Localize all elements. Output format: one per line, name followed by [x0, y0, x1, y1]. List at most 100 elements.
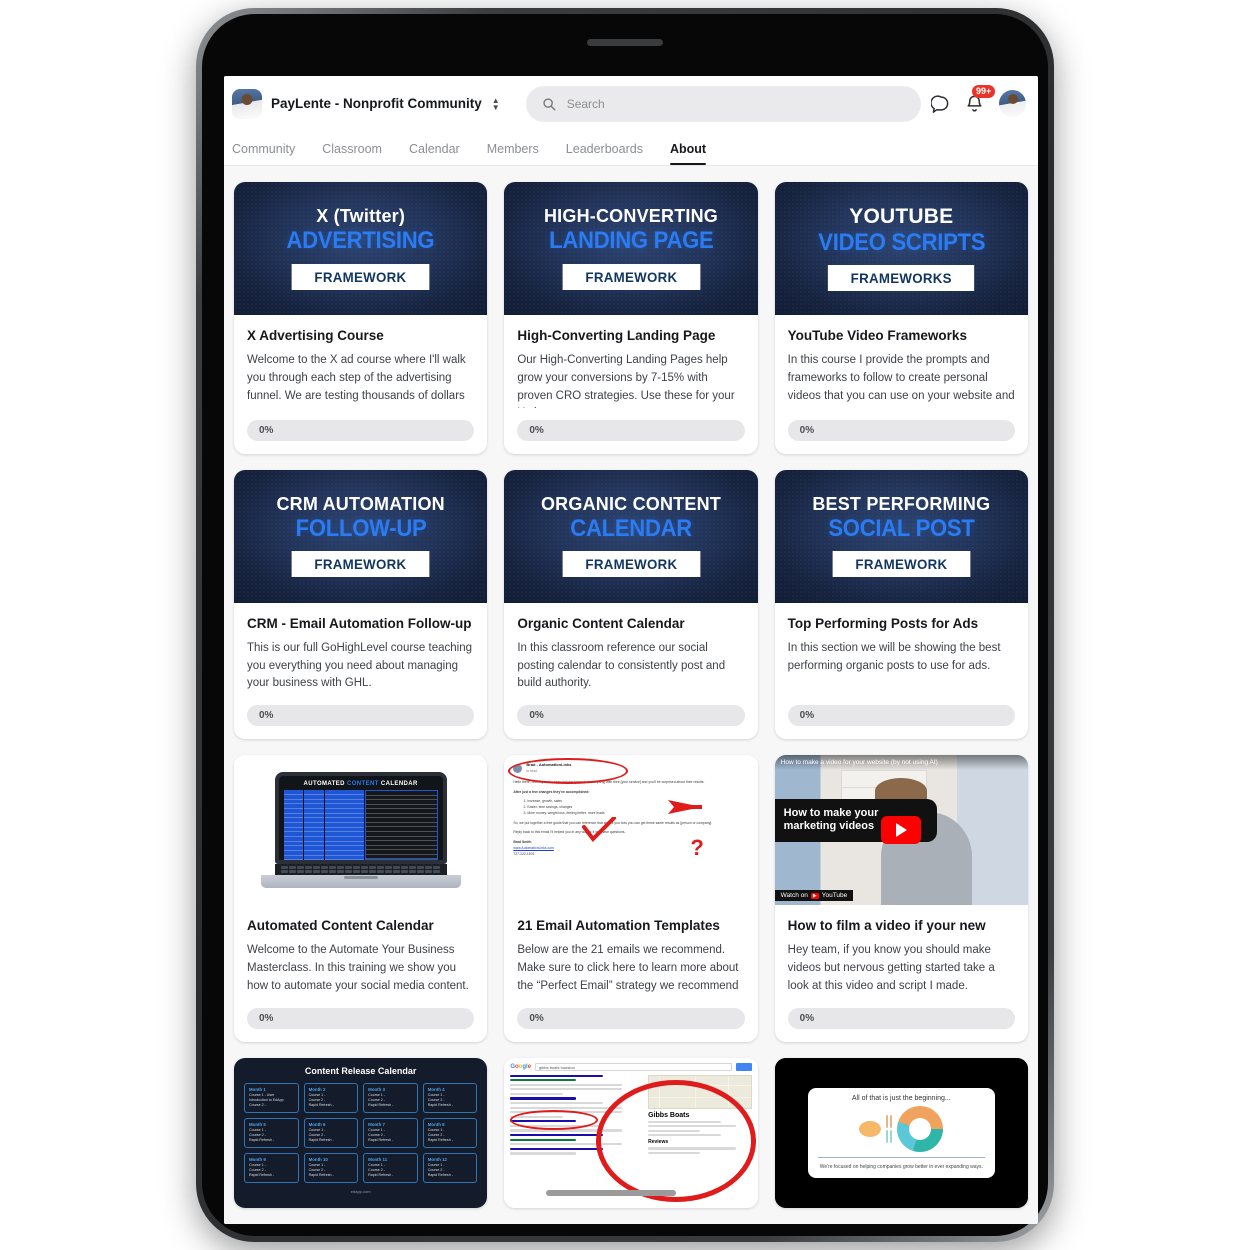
laptop-screen-title: AUTOMATED CONTENT CALENDAR	[284, 781, 438, 787]
course-card-body: High-Converting Landing Page Our High-Co…	[504, 315, 757, 408]
email-benefit-list: increase, growth, sales Easier, time sav…	[527, 799, 748, 816]
course-card-body: How to film a video if your new Hey team…	[775, 905, 1028, 995]
month-line: Rapid Refresh -	[368, 1172, 394, 1177]
course-progress-label: 0%	[259, 1012, 274, 1024]
month-cell: Month 8 Course 1 - Course 2 - Rapid Refresh…	[422, 1117, 478, 1148]
course-title: CRM - Email Automation Follow-up	[247, 615, 472, 631]
header-actions: 99+	[931, 85, 1026, 117]
month-label: Month 1	[249, 1086, 266, 1092]
course-card-top-performing-posts[interactable]: BEST PERFORMING SOCIAL POST FRAMEWORK To…	[774, 469, 1028, 740]
course-card-presentation-slide[interactable]: All of that is just the beginning... We'…	[774, 1057, 1028, 1208]
banner-line-1: CRM AUTOMATION	[276, 494, 445, 515]
laptop-illustration: AUTOMATED CONTENT CALENDAR	[260, 772, 461, 889]
banner-line-2: CALENDAR	[570, 515, 692, 543]
banner-line-1: HIGH-CONVERTING	[543, 206, 718, 227]
month-line: Rapid Refresh -	[427, 1102, 453, 1107]
serp-search-button	[735, 1062, 752, 1071]
course-description: In this section we will be showing the b…	[787, 641, 1001, 672]
course-card-organic-calendar[interactable]: ORGANIC CONTENT CALENDAR FRAMEWORK Organ…	[504, 469, 758, 740]
course-thumbnail-youtube: How to make a video for your website (by…	[774, 755, 1028, 906]
banner-line-1: X (Twitter)	[316, 206, 406, 227]
course-card-google-serp[interactable]: Google gibbs boats houston Gibbs Boats R…	[504, 1057, 758, 1208]
month-cell: Month 12 Course 1 - Course 2 - Rapid Refres…	[422, 1152, 478, 1183]
search-input[interactable]	[566, 96, 905, 111]
month-line: Rapid Refresh -	[249, 1137, 275, 1142]
slide-footer-text: We're focused on helping companies grow …	[819, 1163, 983, 1170]
course-progress-label: 0%	[799, 710, 815, 722]
course-card-content-release-calendar[interactable]: Content Release Calendar Month 1 Course 1…	[234, 1057, 488, 1208]
course-card-automated-content-calendar[interactable]: AUTOMATED CONTENT CALENDAR Automated Con…	[234, 755, 488, 1042]
course-title: X Advertising Course	[247, 328, 384, 343]
course-title: High-Converting Landing Page	[517, 328, 716, 343]
tab-leaderboards[interactable]: Leaderboards	[566, 142, 643, 165]
month-cell: Month 5 Course 1 - Course 2 - Rapid Refresh…	[244, 1117, 299, 1148]
course-thumbnail-laptop: AUTOMATED CONTENT CALENDAR	[234, 755, 488, 906]
course-progress-bar: 0%	[517, 705, 745, 727]
course-progress-label: 0%	[799, 1012, 815, 1024]
course-card-email-templates[interactable]: Brad - AutomationLinks to brad Hello the…	[504, 755, 758, 1042]
search-bar[interactable]	[525, 85, 921, 122]
course-description: Our High-Converting Landing Pages help g…	[517, 353, 735, 408]
bell-icon[interactable]: 99+	[965, 85, 996, 113]
tab-about[interactable]: About	[669, 142, 707, 165]
course-progress-label: 0%	[259, 424, 274, 436]
course-card-body: X Advertising Course Welcome to the X ad…	[234, 315, 487, 408]
course-card-body: CRM - Email Automation Follow-up This is…	[234, 603, 487, 693]
month-line: Course 1 - User Introduction to EdApp	[249, 1092, 284, 1102]
banner-line-2: FOLLOW-UP	[295, 515, 427, 543]
course-progress-bar: 0%	[787, 705, 1015, 727]
tab-calendar[interactable]: Calendar	[409, 142, 460, 165]
month-cell: Month 4 Course 1 - Course 2 - Rapid Refresh…	[422, 1082, 478, 1113]
thumb-title-c: CALENDAR	[380, 781, 418, 788]
tab-members[interactable]: Members	[487, 142, 539, 165]
community-brand[interactable]: PayLente - Nonprofit Community	[232, 88, 482, 119]
watch-on-youtube-label[interactable]: Watch on ▶ YouTube	[774, 890, 854, 902]
course-row-1: X (Twitter) ADVERTISING FRAMEWORK X Adve…	[234, 182, 1028, 454]
notification-badge: 99+	[972, 85, 996, 98]
course-progress-bar: 0%	[787, 419, 1015, 441]
banner-line-1: ORGANIC CONTENT	[540, 494, 721, 515]
watch-on-text: Watch on	[780, 892, 808, 900]
play-button-icon[interactable]	[881, 816, 922, 845]
month-label: Month 5	[249, 1121, 266, 1127]
chevron-up-down-icon[interactable]: ▲ ▼	[492, 96, 500, 111]
course-banner: YOUTUBE VIDEO SCRIPTS FRAMEWORKS	[774, 182, 1028, 315]
course-card-landing-page[interactable]: HIGH-CONVERTING LANDING PAGE FRAMEWORK H…	[504, 182, 758, 454]
course-card-how-to-film-video[interactable]: How to make a video for your website (by…	[774, 755, 1028, 1042]
diagram-box	[886, 1114, 889, 1128]
tablet-device-frame: PayLente - Nonprofit Community ▲ ▼ Searc…	[196, 8, 1054, 1242]
course-card-x-advertising[interactable]: X (Twitter) ADVERTISING FRAMEWORK X Adve…	[234, 182, 488, 454]
tab-classroom[interactable]: Classroom	[322, 142, 382, 165]
redaction-bar	[546, 1189, 677, 1196]
month-cell: Month 6 Course 1 - Course 2 - Rapid Refresh…	[303, 1117, 359, 1148]
course-card-youtube-frameworks[interactable]: YOUTUBE VIDEO SCRIPTS FRAMEWORKS YouTube…	[774, 182, 1028, 454]
laptop-keyboard	[274, 864, 447, 876]
header-top-bar: PayLente - Nonprofit Community ▲ ▼ Searc…	[224, 76, 1038, 131]
primary-navigation: Community Classroom Calendar Members Lea…	[224, 131, 1038, 166]
annotation-arrow-icon	[668, 800, 703, 815]
profile-avatar[interactable]	[999, 90, 1026, 117]
banner-line-2: SOCIAL POST	[828, 515, 975, 543]
course-title: Automated Content Calendar	[247, 918, 434, 934]
thumb-title-b: CONTENT	[347, 781, 379, 788]
tablet-bezel: PayLente - Nonprofit Community ▲ ▼ Searc…	[202, 14, 1048, 1236]
course-card-crm-automation[interactable]: CRM AUTOMATION FOLLOW-UP FRAMEWORK CRM -…	[234, 469, 488, 740]
chat-bubble-icon[interactable]	[931, 94, 950, 113]
month-label: Month 4	[427, 1086, 445, 1092]
course-thumbnail-serp: Google gibbs boats houston Gibbs Boats R…	[504, 1057, 758, 1208]
list-item: More money, weight loss, feeling better,…	[527, 811, 748, 817]
month-line: Rapid Refresh -	[308, 1172, 334, 1177]
banner-line-1: YOUTUBE	[849, 204, 954, 228]
month-line: Rapid Refresh -	[368, 1102, 394, 1107]
month-line: Rapid Refresh -	[427, 1137, 453, 1142]
course-thumbnail-slide: All of that is just the beginning... We'…	[774, 1057, 1028, 1208]
banner-chip: FRAMEWORKS	[827, 265, 975, 292]
month-line: Rapid Refresh -	[368, 1137, 394, 1142]
serp-search-bar: Google gibbs boats houston	[510, 1062, 752, 1071]
course-progress-label: 0%	[529, 424, 544, 436]
course-progress-bar: 0%	[247, 705, 475, 727]
banner-line-2: VIDEO SCRIPTS	[817, 228, 985, 256]
course-description: Below are the 21 emails we recommend. Ma…	[517, 944, 739, 992]
email-paragraph-2: After just a few changes they've accompl…	[513, 789, 590, 794]
tab-community[interactable]: Community	[232, 142, 295, 165]
